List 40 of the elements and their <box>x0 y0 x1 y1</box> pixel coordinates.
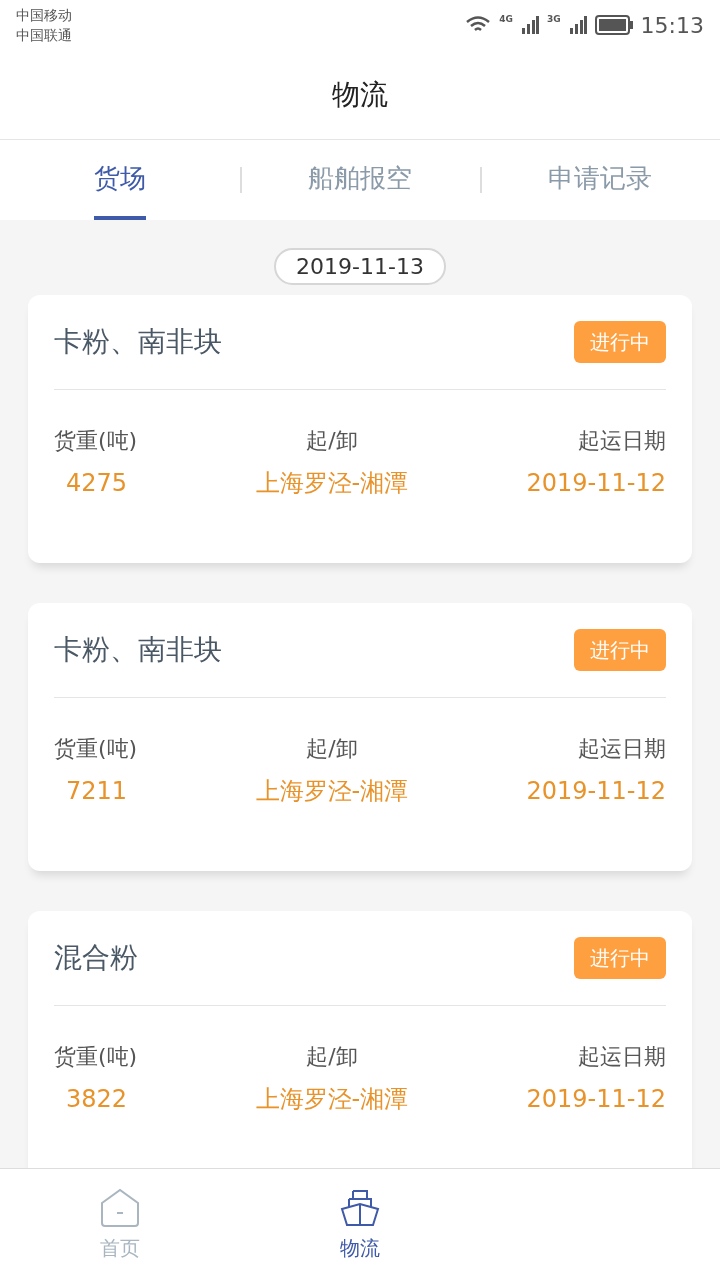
tab[interactable]: 货场 <box>94 140 146 220</box>
status-badge: 进行中 <box>574 629 666 671</box>
cargo-title: 卡粉、南非块 <box>54 632 222 668</box>
cargo-card[interactable]: 卡粉、南非块 进行中 货重(吨) 4275 起/卸 上海罗泾-湘潭 起运日期 2019-11-12 <box>28 295 692 563</box>
field-label: 起/卸 <box>306 427 358 455</box>
network-label: 3G <box>546 12 561 26</box>
home-icon <box>99 1186 141 1229</box>
field-value: 7211 <box>65 776 128 807</box>
field-value: 2019-11-12 <box>526 776 666 807</box>
field-value: 4275 <box>65 468 128 499</box>
field-label: 货重(吨) <box>54 427 138 455</box>
nav-item[interactable]: 物流 <box>240 1169 480 1280</box>
signal-icon <box>568 16 587 34</box>
field-value: 上海罗泾-湘潭 <box>255 468 409 499</box>
network-label: 4G <box>499 12 513 26</box>
field-value: 2019-11-12 <box>526 468 666 499</box>
field-label: 货重(吨) <box>54 1043 138 1071</box>
carrier-name: 中国联通 <box>16 26 72 45</box>
status-badge: 进行中 <box>574 937 666 979</box>
date-chip: 2019-11-13 <box>274 248 446 285</box>
cargo-title: 卡粉、南非块 <box>54 324 222 360</box>
carrier-name: 中国移动 <box>16 6 72 25</box>
cargo-title: 混合粉 <box>54 940 138 976</box>
cargo-card[interactable]: 卡粉、南非块 进行中 货重(吨) 7211 起/卸 上海罗泾-湘潭 起运日期 2019-11-12 <box>28 603 692 871</box>
field-value: 2019-11-12 <box>526 1084 666 1115</box>
field-label: 起运日期 <box>578 1043 666 1071</box>
field-value: 上海罗泾-湘潭 <box>255 776 409 807</box>
field-value: 3822 <box>65 1084 128 1115</box>
field-value: 上海罗泾-湘潭 <box>255 1084 409 1115</box>
clock-time: 15:13 <box>640 11 704 40</box>
cargo-card[interactable]: 混合粉 进行中 货重(吨) 3822 起/卸 上海罗泾-湘潭 起运日期 2019-11-12 <box>28 911 692 1168</box>
field-label: 起运日期 <box>578 427 666 455</box>
field-label: 起/卸 <box>306 735 358 763</box>
page-title: 物流 <box>332 76 388 113</box>
field-label: 货重(吨) <box>54 735 138 763</box>
field-label: 起运日期 <box>578 735 666 763</box>
status-badge: 进行中 <box>574 321 666 363</box>
signal-icon <box>520 16 539 34</box>
field-label: 起/卸 <box>306 1043 358 1071</box>
battery-icon <box>594 15 633 35</box>
